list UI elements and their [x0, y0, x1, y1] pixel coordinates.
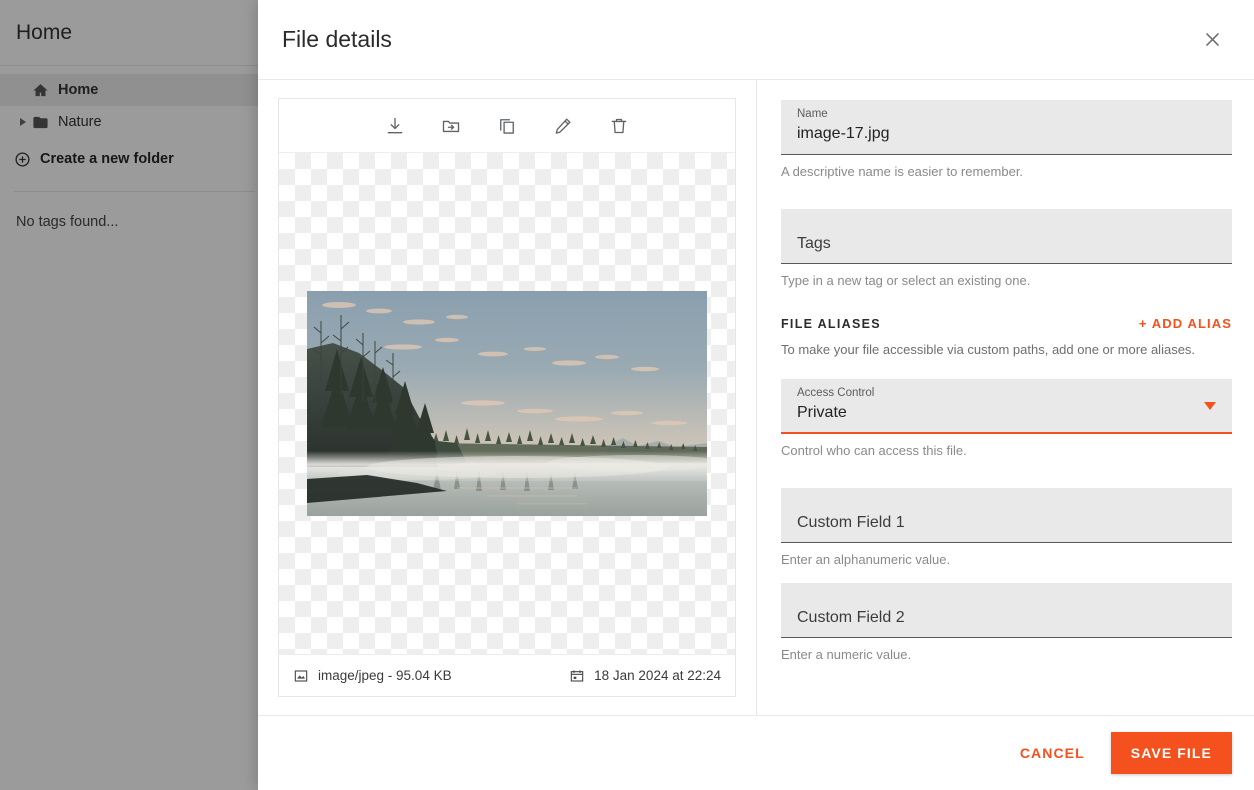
chevron-down-icon[interactable]: [1204, 401, 1216, 410]
edit-icon[interactable]: [545, 108, 581, 144]
save-file-button[interactable]: SAVE FILE: [1110, 732, 1232, 774]
delete-icon[interactable]: [601, 108, 637, 144]
form-pane: Name image-17.jpg A descriptive name is …: [757, 80, 1254, 715]
file-type-text: image/jpeg - 95.04 KB: [318, 668, 452, 683]
file-date-info: 18 Jan 2024 at 22:24: [569, 668, 721, 684]
name-field[interactable]: Name image-17.jpg: [781, 100, 1232, 155]
tags-field-helper: Type in a new tag or select an existing …: [781, 273, 1031, 288]
access-control-helper: Control who can access this file.: [781, 443, 967, 458]
cancel-button[interactable]: CANCEL: [1004, 735, 1101, 771]
copy-icon[interactable]: [489, 108, 525, 144]
preview-card: image/jpeg - 95.04 KB 18 Jan 2024 at 22:…: [278, 98, 736, 697]
custom-field-2-placeholder: Custom Field 2: [797, 609, 905, 626]
custom-field-1[interactable]: Custom Field 1: [781, 488, 1232, 543]
custom-field-1-helper: Enter an alphanumeric value.: [781, 552, 951, 567]
preview-pane: image/jpeg - 95.04 KB 18 Jan 2024 at 22:…: [258, 80, 757, 715]
add-alias-button[interactable]: + ADD ALIAS: [1139, 316, 1232, 331]
name-field-helper: A descriptive name is easier to remember…: [781, 164, 1024, 179]
file-preview-image: [307, 291, 707, 516]
tags-field[interactable]: Tags: [781, 209, 1232, 264]
file-details-dialog: File details image/jpeg - 95.04 KB 18 Ja…: [258, 0, 1254, 790]
dialog-body: image/jpeg - 95.04 KB 18 Jan 2024 at 22:…: [258, 80, 1254, 716]
file-aliases-title: FILE ALIASES: [781, 317, 881, 331]
dialog-header: File details: [258, 0, 1254, 80]
file-aliases-description: To make your file accessible via custom …: [781, 342, 1196, 357]
preview-canvas: [279, 153, 735, 654]
preview-toolbar: [279, 99, 735, 153]
download-icon[interactable]: [377, 108, 413, 144]
file-aliases-section-header: FILE ALIASES + ADD ALIAS: [781, 316, 1232, 331]
name-field-value: image-17.jpg: [797, 125, 890, 142]
calendar-icon: [569, 668, 585, 684]
access-control-value: Private: [797, 404, 847, 421]
page-title: File details: [282, 26, 392, 52]
image-icon: [293, 668, 309, 684]
custom-field-2-helper: Enter a numeric value.: [781, 647, 912, 662]
close-icon[interactable]: [1192, 20, 1232, 60]
tags-field-placeholder: Tags: [797, 235, 831, 252]
move-to-folder-icon[interactable]: [433, 108, 469, 144]
custom-field-1-placeholder: Custom Field 1: [797, 514, 905, 531]
custom-field-2[interactable]: Custom Field 2: [781, 583, 1232, 638]
file-date-text: 18 Jan 2024 at 22:24: [594, 668, 721, 683]
app-root: Home Home Nature Create a new folder No …: [0, 0, 1254, 790]
name-field-label: Name: [797, 108, 828, 120]
dialog-footer: CANCEL SAVE FILE: [258, 716, 1254, 790]
access-control-label: Access Control: [797, 387, 875, 399]
preview-footer: image/jpeg - 95.04 KB 18 Jan 2024 at 22:…: [279, 654, 735, 696]
access-control-select[interactable]: Access Control Private: [781, 379, 1232, 434]
file-type-info: image/jpeg - 95.04 KB: [293, 668, 569, 684]
